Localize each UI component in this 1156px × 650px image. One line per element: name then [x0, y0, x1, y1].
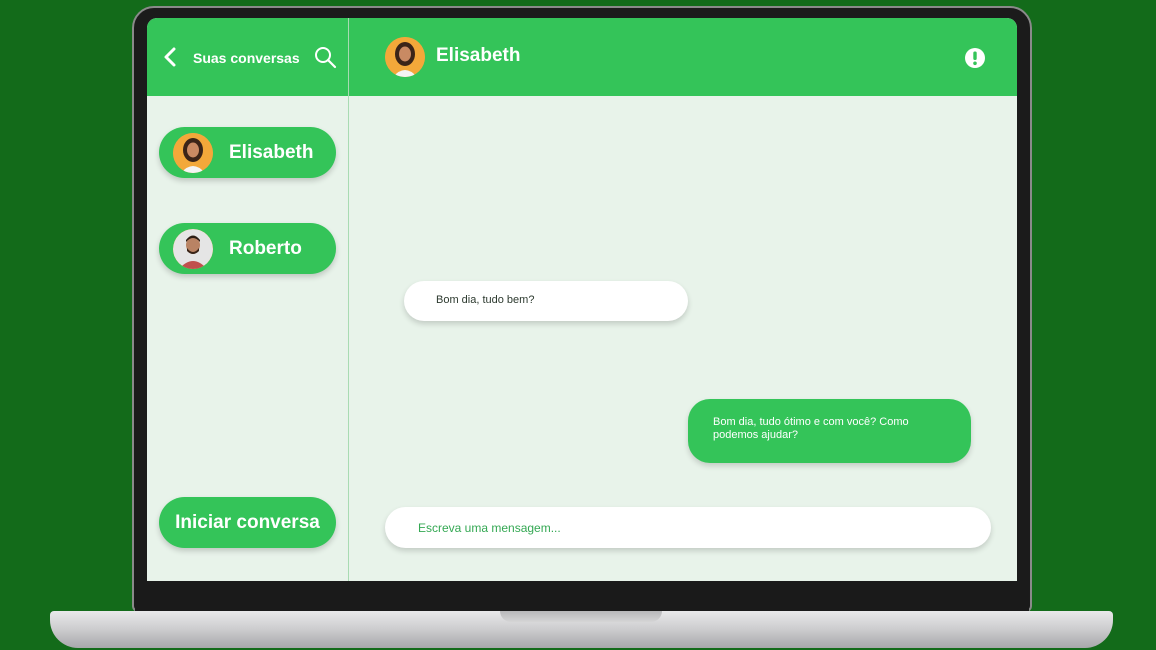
- laptop-base-notch: [500, 611, 662, 622]
- avatar: [173, 132, 213, 173]
- woman-avatar-icon: [173, 132, 213, 173]
- laptop-base: [50, 611, 1113, 648]
- avatar: [173, 228, 213, 269]
- back-arrow-icon[interactable]: [161, 46, 179, 68]
- laptop-hinge: [135, 590, 1029, 612]
- header: Suas conversas Elisabeth: [147, 18, 1017, 96]
- sidebar-divider: [348, 18, 349, 581]
- contact-item-elisabeth[interactable]: Elisabeth: [159, 127, 336, 178]
- contact-name: Roberto: [229, 237, 302, 259]
- start-conversation-button[interactable]: Iniciar conversa: [159, 497, 336, 548]
- message-incoming: Bom dia, tudo bem?: [404, 281, 688, 321]
- contact-avatar[interactable]: [385, 37, 425, 77]
- man-avatar-icon: [173, 228, 213, 269]
- contact-item-roberto[interactable]: Roberto: [159, 223, 336, 274]
- start-conversation-label: Iniciar conversa: [175, 511, 320, 533]
- conversations-title: Suas conversas: [193, 50, 300, 66]
- contact-name: Elisabeth: [229, 141, 314, 163]
- woman-avatar-icon: [385, 37, 425, 77]
- active-contact-name: Elisabeth: [436, 45, 521, 66]
- message-input[interactable]: [385, 507, 991, 548]
- message-outgoing: Bom dia, tudo ótimo e com você? Como pod…: [688, 399, 971, 463]
- alert-icon[interactable]: [964, 47, 986, 69]
- search-icon[interactable]: [313, 45, 337, 69]
- app-screen: Suas conversas Elisabeth Elisabeth Rober…: [147, 18, 1017, 581]
